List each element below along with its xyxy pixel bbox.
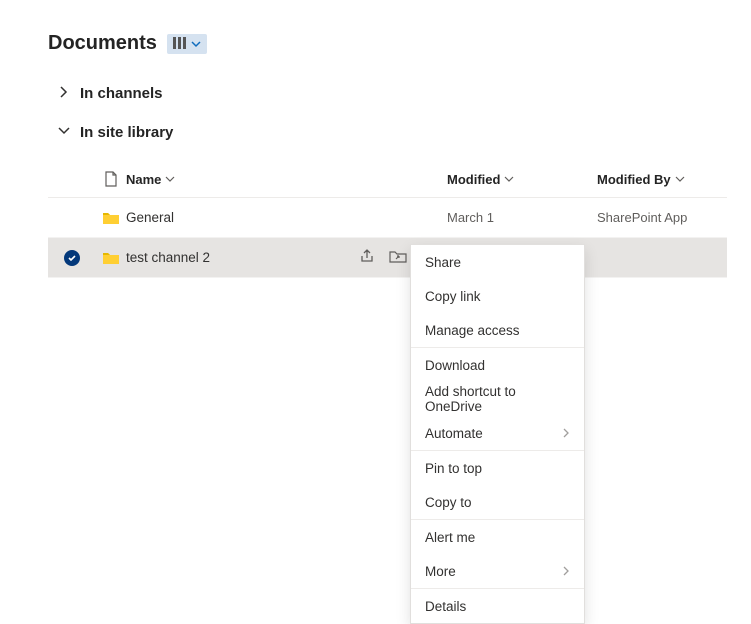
view-switcher[interactable] [167, 34, 207, 54]
folder-icon [96, 250, 126, 265]
chevron-right-icon [562, 564, 570, 579]
section-label: In site library [80, 124, 173, 141]
menu-automate[interactable]: Automate [411, 416, 584, 450]
chevron-right-icon [58, 85, 70, 102]
menu-copy-to[interactable]: Copy to [411, 485, 584, 519]
row-name[interactable]: test channel 2 [126, 248, 447, 267]
row-name[interactable]: General [126, 210, 447, 225]
column-modified-by[interactable]: Modified By [597, 172, 727, 187]
column-name[interactable]: Name [126, 172, 447, 187]
menu-details[interactable]: Details [411, 589, 584, 623]
menu-add-shortcut[interactable]: Add shortcut to OneDrive [411, 382, 584, 416]
folder-icon [96, 210, 126, 225]
tiles-view-icon [173, 36, 187, 52]
selected-check-icon[interactable] [64, 250, 80, 266]
section-in-channels[interactable]: In channels [48, 85, 727, 102]
section-label: In channels [80, 85, 163, 102]
table-row[interactable]: General March 1 SharePoint App [48, 198, 727, 238]
menu-more[interactable]: More [411, 554, 584, 588]
table-row[interactable]: test channel 2 [48, 238, 727, 278]
menu-pin-to-top[interactable]: Pin to top [411, 451, 584, 485]
chevron-down-icon [504, 174, 514, 184]
column-header-row: Name Modified Modified By [48, 163, 727, 198]
row-modified: March 1 [447, 210, 597, 225]
chevron-down-icon [191, 36, 201, 52]
share-icon[interactable] [359, 248, 375, 267]
column-modified[interactable]: Modified [447, 172, 597, 187]
context-menu: Share Copy link Manage access Download A… [410, 244, 585, 624]
chevron-down-icon [165, 174, 175, 184]
section-in-site-library[interactable]: In site library [48, 124, 727, 141]
menu-copy-link[interactable]: Copy link [411, 279, 584, 313]
menu-download[interactable]: Download [411, 348, 584, 382]
menu-manage-access[interactable]: Manage access [411, 313, 584, 347]
chevron-down-icon [58, 124, 70, 141]
page-title: Documents [48, 32, 157, 55]
menu-share[interactable]: Share [411, 245, 584, 279]
chevron-down-icon [675, 174, 685, 184]
chevron-right-icon [562, 426, 570, 441]
shortcut-icon[interactable] [389, 249, 407, 266]
row-modified-by: SharePoint App [597, 210, 727, 225]
column-type-icon[interactable] [96, 171, 126, 187]
menu-alert-me[interactable]: Alert me [411, 520, 584, 554]
